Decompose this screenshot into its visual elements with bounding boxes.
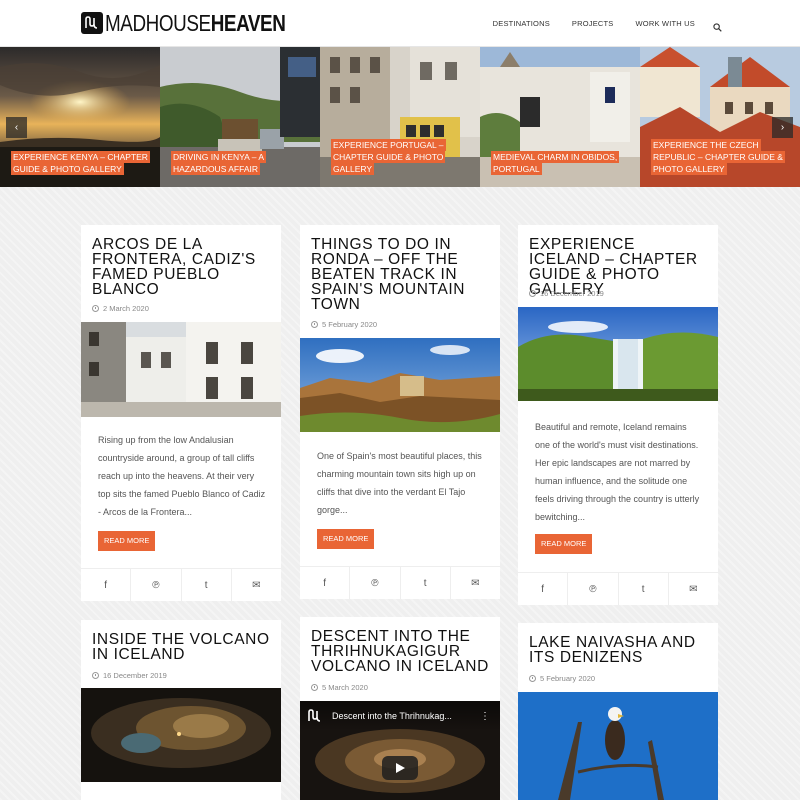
nav-destinations[interactable]: DESTINATIONS [493,19,550,28]
post-date-text: 16 December 2019 [540,289,604,298]
facebook-icon[interactable]: f [300,567,351,599]
post-image[interactable] [81,688,281,782]
nav-projects[interactable]: PROJECTS [572,19,614,28]
search-icon[interactable] [713,19,722,32]
slide-caption[interactable]: DRIVING IN KENYA – A HAZARDOUS AFFAIR [171,151,313,175]
read-more-button[interactable]: READ MORE [98,531,156,551]
facebook-icon[interactable]: f [518,573,569,605]
email-icon[interactable]: ✉ [669,573,718,605]
pinterest-icon[interactable]: ℗ [568,573,619,605]
post-date-text: 5 March 2020 [322,683,368,692]
post-card: INSIDE THE VOLCANO IN ICELAND 16 Decembe… [81,620,281,800]
post-date-text: 2 March 2020 [103,304,149,313]
post-card: THINGS TO DO IN RONDA – OFF THE BEATEN T… [300,225,500,599]
post-card: EXPERIENCE ICELAND – CHAPTER GUIDE & PHO… [518,225,718,605]
post-date-text: 5 February 2020 [540,674,596,683]
logo-mark-icon [81,12,103,34]
share-bar: f ℗ t ✉ [300,566,500,599]
site-header: MADHOUSEHEAVEN DESTINATIONS PROJECTS WOR… [0,0,800,47]
post-card: LAKE NAIVASHA AND ITS DENIZENS 5 Februar… [518,623,718,800]
clock-icon [311,684,318,691]
post-image[interactable] [518,692,718,800]
read-more-button[interactable]: READ MORE [317,529,375,549]
post-date: 5 February 2020 [529,674,595,683]
slide-caption[interactable]: EXPERIENCE PORTUGAL – CHAPTER GUIDE & PH… [331,139,473,175]
more-options-icon[interactable]: ⋮ [480,711,490,722]
pinterest-icon[interactable]: ℗ [350,567,401,599]
read-more-button[interactable]: READ MORE [535,534,593,554]
clock-icon [529,675,536,682]
post-image[interactable] [81,322,281,417]
video-title[interactable]: Descent into the Thrihnukag... [332,711,452,721]
post-title[interactable]: LAKE NAIVASHA AND ITS DENIZENS [529,635,708,666]
share-bar: f ℗ t ✉ [518,572,718,605]
channel-logo-icon [306,707,324,725]
clock-icon [311,321,318,328]
post-image[interactable] [518,307,718,401]
post-title[interactable]: EXPERIENCE ICELAND – CHAPTER GUIDE & PHO… [529,237,708,298]
slide-caption[interactable]: EXPERIENCE KENYA – CHAPTER GUIDE & PHOTO… [11,151,153,175]
post-title[interactable]: INSIDE THE VOLCANO IN ICELAND [92,632,271,663]
slide-caption[interactable]: EXPERIENCE THE CZECH REPUBLIC – CHAPTER … [651,139,793,175]
logo-text: MADHOUSEHEAVEN [105,9,286,37]
post-excerpt: One of Spain's most beautiful places, th… [317,451,482,515]
post-date: 16 December 2019 [529,289,604,298]
post-card: DESCENT INTO THE THRIHNUKAGIGUR VOLCANO … [300,617,500,800]
post-date-text: 16 December 2019 [103,671,167,680]
featured-slider: EXPERIENCE KENYA – CHAPTER GUIDE & PHOTO… [0,47,800,187]
post-title[interactable]: ARCOS DE LA FRONTERA, CADIZ'S FAMED PUEB… [92,237,271,298]
slide-obidos[interactable]: MEDIEVAL CHARM IN OBIDOS, PORTUGAL [480,47,640,187]
logo-text-light: MADHOUSE [105,9,211,36]
twitter-icon[interactable]: t [182,569,232,601]
post-card: ARCOS DE LA FRONTERA, CADIZ'S FAMED PUEB… [81,225,281,601]
chevron-right-icon: › [780,122,785,133]
nav-work-with-us[interactable]: WORK WITH US [636,19,695,28]
post-title[interactable]: THINGS TO DO IN RONDA – OFF THE BEATEN T… [311,237,490,313]
post-excerpt: Beautiful and remote, Iceland remains on… [535,422,700,522]
site-logo[interactable]: MADHOUSEHEAVEN [81,9,325,37]
clock-icon [92,672,99,679]
video-embed[interactable]: Descent into the Thrihnukag... ⋮ [300,701,500,800]
post-image[interactable] [300,338,500,432]
slide-kenya-driving[interactable]: DRIVING IN KENYA – A HAZARDOUS AFFAIR [160,47,320,187]
chevron-left-icon: ‹ [14,122,19,133]
slider-prev-button[interactable]: ‹ [6,117,27,138]
twitter-icon[interactable]: t [619,573,669,605]
post-date-text: 5 February 2020 [322,320,378,329]
facebook-icon[interactable]: f [81,569,132,601]
play-button[interactable] [382,756,418,780]
play-icon [396,763,405,773]
slider-next-button[interactable]: › [772,117,793,138]
pinterest-icon[interactable]: ℗ [131,569,182,601]
twitter-icon[interactable]: t [401,567,451,599]
post-excerpt: Rising up from the low Andalusian countr… [98,435,266,517]
post-date: 2 March 2020 [92,304,149,313]
post-date: 5 February 2020 [311,320,377,329]
post-title[interactable]: DESCENT INTO THE THRIHNUKAGIGUR VOLCANO … [311,629,490,675]
clock-icon [529,290,536,297]
post-date: 5 March 2020 [311,683,368,692]
post-date: 16 December 2019 [92,671,167,680]
email-icon[interactable]: ✉ [451,567,500,599]
slide-caption[interactable]: MEDIEVAL CHARM IN OBIDOS, PORTUGAL [491,151,633,175]
share-bar: f ℗ t ✉ [81,568,281,601]
slide-portugal-guide[interactable]: EXPERIENCE PORTUGAL – CHAPTER GUIDE & PH… [320,47,480,187]
main-nav: DESTINATIONS PROJECTS WORK WITH US [471,0,722,47]
video-title-bar: Descent into the Thrihnukag... ⋮ [300,701,500,731]
clock-icon [92,305,99,312]
email-icon[interactable]: ✉ [232,569,281,601]
logo-text-bold: HEAVEN [210,9,286,36]
